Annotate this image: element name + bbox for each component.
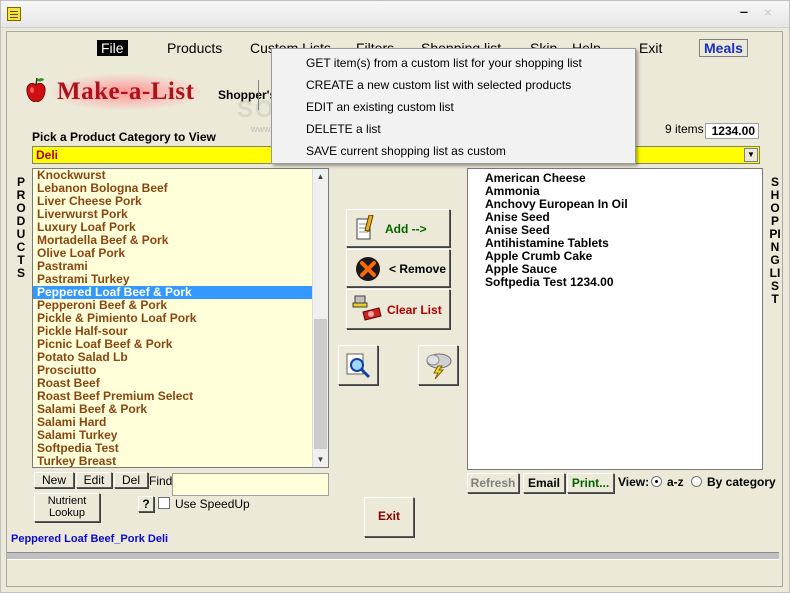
edit-product-button[interactable]: Edit — [76, 472, 112, 488]
remove-button[interactable]: < Remove — [346, 249, 450, 287]
dropdown-arrow-icon[interactable]: ▼ — [744, 148, 758, 162]
help-button[interactable]: ? — [138, 496, 154, 512]
title-bar[interactable]: ‒ ✕ — [1, 1, 789, 28]
products-side-label: PRODUCTS — [16, 175, 26, 280]
new-label: New — [41, 473, 66, 487]
nutrient-label-line2: Lookup — [48, 507, 86, 519]
new-product-button[interactable]: New — [34, 472, 74, 488]
delete-product-button[interactable]: Del — [114, 472, 148, 488]
notepad-pencil-icon — [356, 215, 374, 240]
print-button[interactable]: Print... — [567, 473, 614, 493]
apple-icon — [26, 77, 46, 102]
clear-label: Clear List — [387, 303, 442, 317]
menu-item-get-custom[interactable]: GET item(s) from a custom list for your … — [306, 56, 582, 70]
menu-file[interactable]: File — [97, 40, 128, 56]
view-by-category-radio[interactable] — [691, 476, 702, 487]
print-label: Print... — [571, 476, 610, 490]
logo: Make-a-List Shopper's — [17, 74, 276, 112]
shopping-list[interactable]: American Cheese Ammonia Anchovy European I… — [467, 168, 763, 470]
search-product-button[interactable] — [338, 345, 378, 385]
remove-label: < Remove — [389, 262, 447, 276]
view-by-category-label: By category — [707, 475, 776, 489]
view-az-radio[interactable] — [651, 476, 662, 487]
refresh-button[interactable]: Refresh — [467, 473, 519, 493]
del-label: Del — [121, 473, 140, 487]
minimize-button[interactable]: ‒ — [737, 5, 751, 19]
add-button[interactable]: Add --> — [346, 209, 450, 247]
menu-item-edit-custom[interactable]: EDIT an existing custom list — [306, 100, 454, 114]
product-item[interactable]: Turkey Breast — [33, 455, 313, 468]
menu-exit[interactable]: Exit — [635, 40, 666, 56]
scroll-up-icon[interactable]: ▲ — [313, 169, 328, 184]
nutrient-label-line1: Nutrient — [47, 495, 87, 507]
shopping-items: American Cheese Ammonia Anchovy European I… — [468, 172, 628, 289]
app-window: ‒ ✕ File Products Custom Lists Filters S… — [0, 0, 790, 593]
refresh-label: Refresh — [470, 476, 516, 490]
category-label: Pick a Product Category to View — [32, 130, 216, 144]
menu-item-create-custom[interactable]: CREATE a new custom list with selected p… — [306, 78, 571, 92]
custom-lists-dropdown-menu: GET item(s) from a custom list for your … — [271, 48, 636, 164]
app-title: Make-a-List — [57, 78, 195, 105]
status-text: Peppered Loaf Beef_Pork Deli — [11, 533, 169, 545]
scroll-down-icon[interactable]: ▼ — [313, 452, 328, 467]
category-value: Deli — [36, 148, 59, 162]
close-button[interactable]: ✕ — [753, 7, 783, 21]
clear-list-button[interactable]: Clear List — [346, 289, 450, 329]
product-list[interactable]: Knockwurst Lebanon Bologna Beef Liver Chee… — [32, 168, 329, 468]
nutrient-lookup-label: Nutrient Lookup — [35, 495, 99, 519]
exit-button[interactable]: Exit — [364, 497, 414, 537]
weather-storm-button[interactable] — [418, 345, 458, 385]
nutrient-lookup-button[interactable]: Nutrient Lookup — [34, 493, 100, 522]
product-list-scrollbar[interactable]: ▲ ▼ — [312, 169, 328, 467]
status-bar — [7, 552, 779, 560]
shopping-list-side-label: SHOPPING LIST — [769, 175, 784, 306]
app-notepad-icon[interactable] — [7, 7, 21, 21]
menu-item-save-custom[interactable]: SAVE current shopping list as custom — [306, 144, 506, 158]
view-az-label: a-z — [667, 475, 684, 489]
total-amount: 1234.00 — [705, 123, 759, 139]
edit-label: Edit — [83, 473, 105, 487]
speedup-checkbox[interactable] — [158, 497, 170, 509]
menu-item-delete-list[interactable]: DELETE a list — [306, 122, 381, 136]
exit-label: Exit — [377, 509, 400, 523]
email-label: Email — [527, 476, 560, 490]
clear-list-icon — [352, 295, 382, 321]
email-button[interactable]: Email — [523, 473, 565, 493]
item-count: 9 items — [665, 122, 704, 136]
menu-products[interactable]: Products — [163, 40, 226, 56]
speedup-label: Use SpeedUp — [175, 497, 250, 511]
remove-x-icon — [356, 257, 380, 281]
find-input[interactable] — [172, 473, 329, 496]
product-items: Knockwurst Lebanon Bologna Beef Liver Chee… — [33, 169, 313, 468]
find-label: Find — [149, 474, 173, 488]
magnifier-icon — [346, 353, 371, 379]
storm-cloud-icon — [426, 353, 452, 380]
help-label: ? — [142, 497, 150, 511]
add-label: Add --> — [385, 222, 427, 236]
meals-button[interactable]: Meals — [699, 39, 748, 57]
shopping-item[interactable]: Softpedia Test 1234.00 — [468, 276, 628, 289]
scroll-thumb[interactable] — [314, 319, 327, 449]
view-label: View: — [618, 475, 650, 489]
